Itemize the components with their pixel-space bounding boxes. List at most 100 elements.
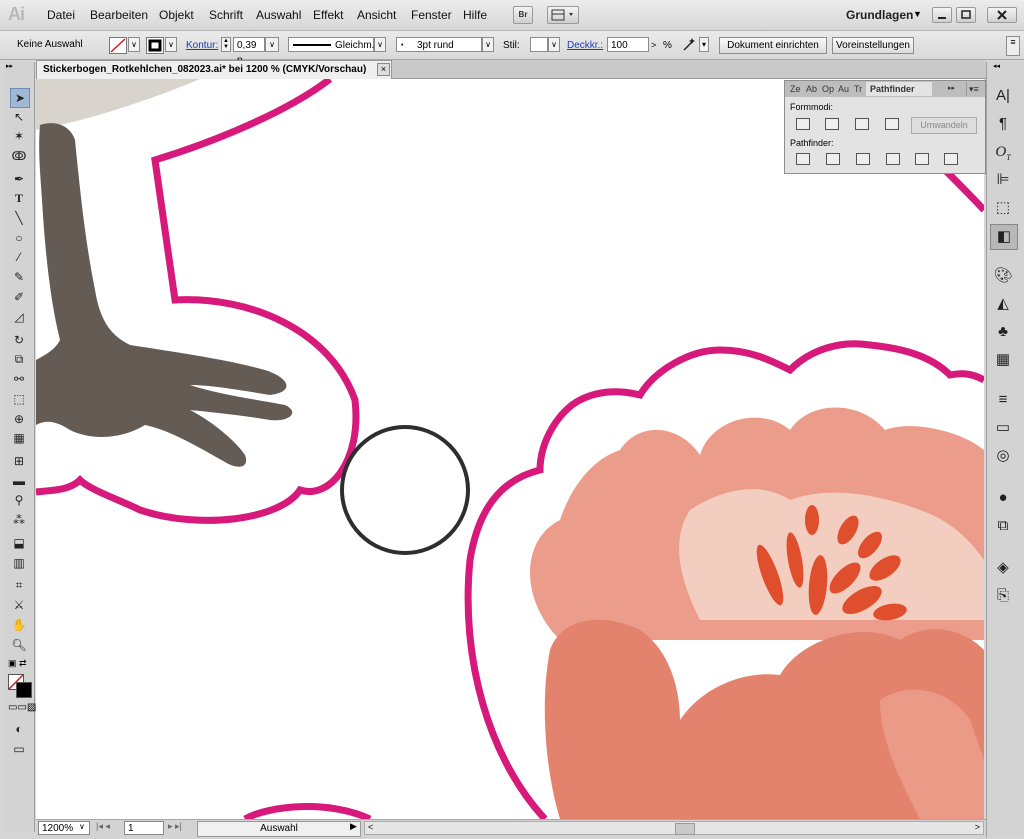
maximize-button[interactable] [956,7,976,23]
tab-zeichen[interactable]: Ze [790,82,801,96]
mesh-tool-icon[interactable]: ⊞ [10,452,28,470]
artboards-panel-icon[interactable]: ⎘ [990,584,1016,608]
deckkraft-label[interactable]: Deckkr.: [567,40,603,51]
opentype-panel-icon[interactable]: OT [990,140,1016,164]
divide-icon[interactable] [796,153,810,165]
minimize-button[interactable] [932,7,952,23]
preferences-button[interactable]: Voreinstellungen [832,37,914,54]
slice-tool-icon[interactable]: ⚔ [10,596,28,614]
stroke-profile-select[interactable]: Gleichm. [288,37,374,52]
menu-ansicht[interactable]: Ansicht [357,8,396,22]
menu-schrift[interactable]: Schrift [209,8,243,22]
transform-panel-icon[interactable]: ⬚ [990,196,1016,220]
blob-brush-tool-icon[interactable]: ✐ [10,288,28,306]
screen-mode-icon[interactable]: ▭ [10,740,28,758]
menu-auswahl[interactable]: Auswahl [256,8,301,22]
collapse-tools-icon[interactable]: ▸▸ [6,62,13,70]
scale-tool-icon[interactable]: ⧉ [10,350,28,368]
document-tab[interactable]: Stickerbogen_Rotkehlchen_082023.ai* bei … [36,60,392,79]
tab-opentype[interactable]: Op [822,82,834,96]
minus-back-icon[interactable] [944,153,958,165]
character-panel-icon[interactable]: A| [990,84,1016,108]
swatches-panel-icon[interactable]: ▦ [990,348,1016,372]
color-panel-icon[interactable]: 🎨︎ [990,264,1016,288]
document-setup-button[interactable]: Dokument einrichten [719,37,827,54]
stroke-weight-field[interactable]: 0,39 p [233,37,265,66]
eyedropper-tool-icon[interactable]: ⚲ [10,491,28,509]
style-swatch[interactable] [530,37,548,52]
menu-fenster[interactable]: Fenster [411,8,452,22]
expand-dock-icon[interactable]: ◂◂ [993,62,1000,70]
merge-icon[interactable] [856,153,870,165]
bridge-button[interactable]: Br [513,6,533,24]
recolor-dropdown[interactable]: ▾ [699,37,709,52]
tab-absatz[interactable]: Ab [806,82,817,96]
column-graph-tool-icon[interactable]: ▥ [10,554,28,572]
width-tool-icon[interactable]: ⚯ [10,370,28,388]
paragraph-panel-icon[interactable]: ¶ [990,112,1016,136]
crop-icon[interactable] [886,153,900,165]
blend-tool-icon[interactable]: ⁂ [10,511,28,529]
selection-tool-icon[interactable]: ➤ [10,88,30,108]
tab-transformieren[interactable]: Tr [854,82,862,96]
artboard-canvas[interactable] [36,79,984,819]
symbol-sprayer-tool-icon[interactable]: ⬓ [10,534,28,552]
lasso-tool-icon[interactable]: ↂ [10,147,28,165]
panel-menu-icon[interactable]: ▾≡ [966,82,985,96]
stroke-swatch[interactable] [146,37,164,54]
style-dropdown[interactable]: ∨ [548,37,560,52]
scroll-left-icon[interactable]: < [368,822,373,832]
tab-ausrichten[interactable]: Au [838,82,849,96]
shape-builder-tool-icon[interactable]: ⊕ [10,410,28,428]
stroke-color-icon[interactable] [16,682,32,698]
rotate-tool-icon[interactable]: ↻ [10,331,28,349]
intersect-icon[interactable] [855,118,869,130]
color-mode-icons[interactable]: ▭▭▨ [8,702,36,713]
ellipse-tool-icon[interactable]: ○ [10,229,28,247]
workspace-switcher[interactable]: Grundlagen [846,8,913,22]
arrange-documents-button[interactable] [547,6,579,24]
gradient-panel-icon[interactable]: ▭ [990,416,1016,440]
zoom-dropdown-icon[interactable]: ∨ [79,822,85,831]
close-button[interactable] [987,7,1017,23]
pathfinder-panel-icon[interactable]: ◧ [990,224,1018,250]
stroke-dropdown[interactable]: ∨ [165,37,177,52]
draw-mode-icon[interactable]: ◐ [10,720,28,738]
artboard-first-prev-icons[interactable]: |◂ ◂ [96,821,110,832]
menu-datei[interactable]: Datei [47,8,75,22]
trim-icon[interactable] [826,153,840,165]
artboard-number-field[interactable]: 1 [124,821,164,835]
collapse-panel-icon[interactable]: ▸▸ [948,82,955,96]
pen-tool-icon[interactable]: ✒ [10,170,28,188]
transparency-panel-icon[interactable]: ◎ [990,444,1016,468]
unite-icon[interactable] [796,118,810,130]
magic-wand-tool-icon[interactable]: ✶ [10,127,28,145]
chevron-down-icon[interactable]: ▼ [913,9,922,19]
fill-dropdown[interactable]: ∨ [128,37,140,52]
pencil-tool-icon[interactable]: ✎ [10,268,28,286]
align-panel-icon[interactable]: ⊫ [990,168,1016,192]
minus-front-icon[interactable] [825,118,839,130]
artboard-tool-icon[interactable]: ⌗ [10,576,28,594]
gradient-tool-icon[interactable]: ▬ [10,472,28,490]
color-guide-panel-icon[interactable]: ◭ [990,292,1016,316]
paintbrush-tool-icon[interactable]: ⁄ [10,248,28,266]
control-panel-menu-icon[interactable]: ≡ [1006,36,1020,56]
close-tab-icon[interactable]: × [377,63,390,76]
layers-panel-icon[interactable]: ◈ [990,556,1016,580]
stroke-weight-stepper[interactable]: ▲ ▼ [221,37,231,52]
menu-objekt[interactable]: Objekt [159,8,194,22]
scrollbar-thumb[interactable] [675,823,695,835]
line-tool-icon[interactable]: ╲ [10,209,28,227]
stroke-profile-dropdown[interactable]: ∨ [374,37,386,52]
graphic-styles-panel-icon[interactable]: ⧉ [990,514,1016,538]
fill-swatch[interactable] [109,37,127,54]
artboard-next-last-icons[interactable]: ▸ ▸| [168,821,182,832]
exclude-icon[interactable] [885,118,899,130]
brush-dropdown[interactable]: ∨ [482,37,494,52]
recolor-wand-icon[interactable] [682,37,696,52]
tab-pathfinder[interactable]: Pathfinder [866,82,932,96]
eraser-tool-icon[interactable]: ◿ [10,308,28,326]
zoom-tool-icon[interactable]: 🔍︎ [10,636,28,654]
status-menu-arrow-icon[interactable]: ▶ [350,821,357,832]
